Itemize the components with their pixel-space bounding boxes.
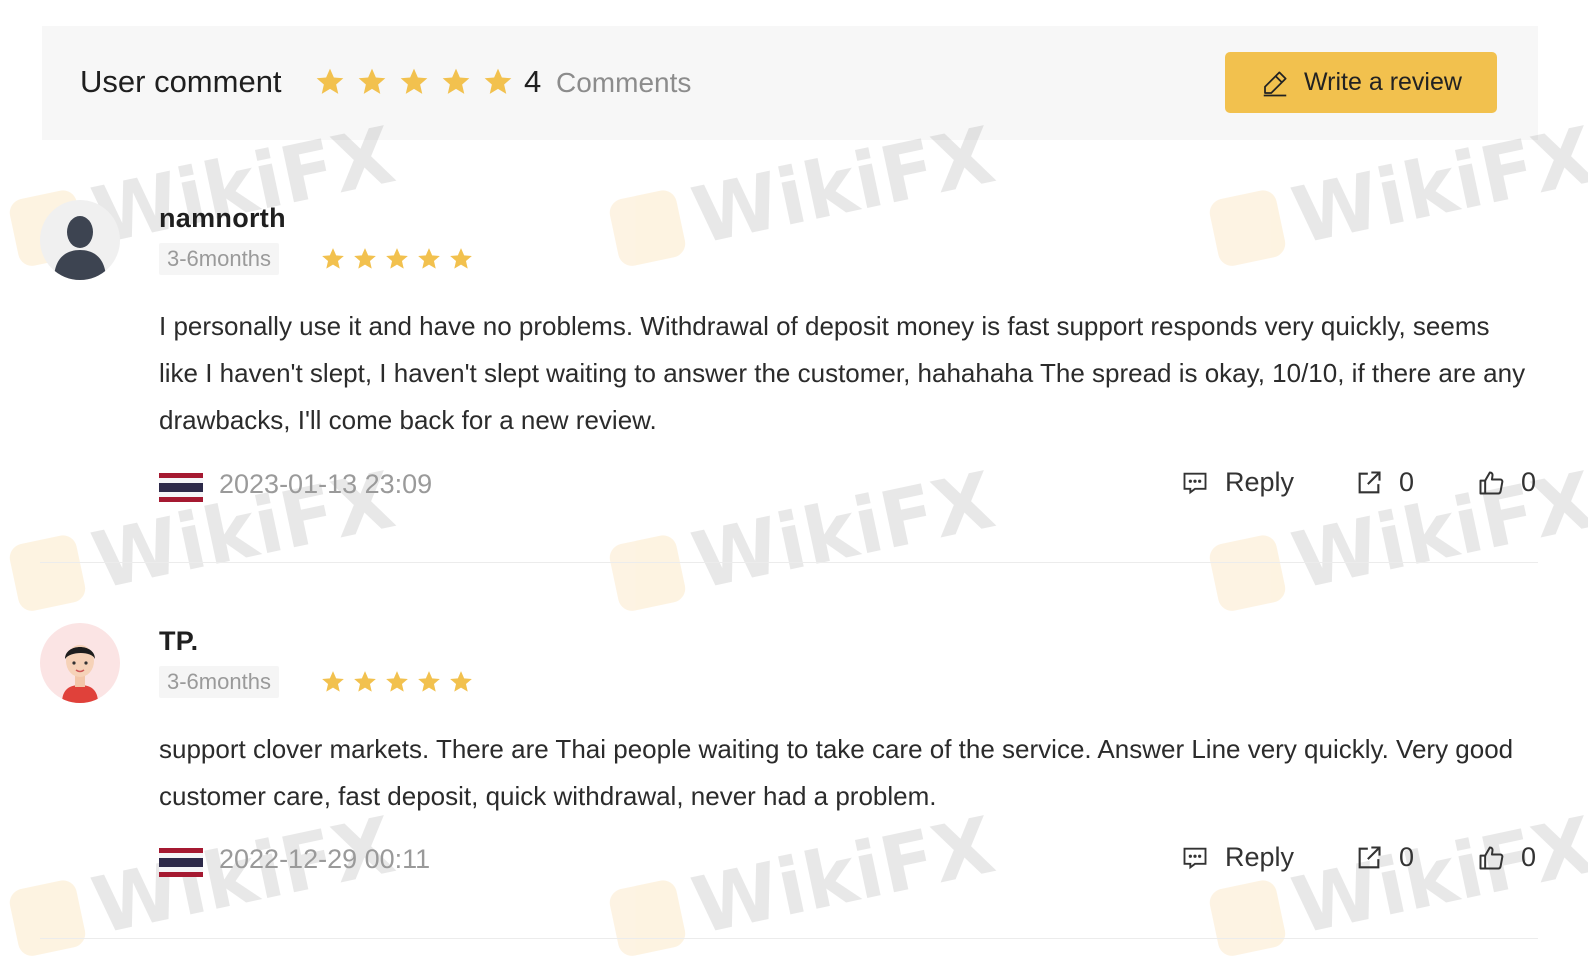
watermark: WikiFX <box>5 801 402 969</box>
share-icon <box>1358 470 1381 493</box>
watermark-logo-icon <box>1207 187 1288 269</box>
review-body: support clover markets. There are Thai p… <box>159 734 1514 811</box>
share-count: 0 <box>1399 467 1415 497</box>
user-silhouette-icon <box>54 216 106 280</box>
review-meta: 2023-01-13 23:09 Reply 0 0 <box>159 467 1539 507</box>
section-title: User comment <box>80 64 282 99</box>
star-icon <box>400 68 428 94</box>
share-button[interactable]: 0 <box>1355 467 1414 498</box>
avatar[interactable] <box>40 200 120 280</box>
reply-label: Reply <box>1225 842 1295 872</box>
divider <box>40 938 1538 939</box>
review-date: 2022-12-29 00:11 <box>219 844 431 874</box>
like-count: 0 <box>1521 467 1537 497</box>
watermark: WikiFX <box>605 801 1002 969</box>
thumbs-up-icon <box>1479 471 1504 494</box>
username[interactable]: namnorth <box>159 203 286 234</box>
watermark-logo-icon <box>1207 532 1288 614</box>
share-button[interactable]: 0 <box>1355 842 1414 873</box>
cartoon-person-icon <box>62 645 98 703</box>
star-icon <box>386 248 408 269</box>
watermark-logo-icon <box>7 877 88 959</box>
comment-icon <box>1183 847 1207 869</box>
reply-label: Reply <box>1225 467 1295 497</box>
star-icon <box>322 248 344 269</box>
review-rating-stars <box>320 246 474 272</box>
star-icon <box>354 671 376 692</box>
tenure-badge: 3-6months <box>159 243 279 275</box>
star-icon <box>418 248 440 269</box>
write-review-label: Write a review <box>1304 68 1462 96</box>
star-icon <box>450 248 472 269</box>
star-icon <box>484 68 512 94</box>
watermark-logo-icon <box>1207 877 1288 959</box>
review-meta: 2022-12-29 00:11 Reply 0 0 <box>159 842 1539 882</box>
star-icon <box>316 68 344 94</box>
review-date: 2023-01-13 23:09 <box>219 469 433 499</box>
thumbs-up-icon <box>1479 846 1504 869</box>
reply-button[interactable]: Reply <box>1181 467 1294 498</box>
tenure-badge: 3-6months <box>159 666 279 698</box>
star-icon <box>442 68 470 94</box>
watermark-logo-icon <box>7 532 88 614</box>
watermark-logo-icon <box>607 532 688 614</box>
star-icon <box>322 671 344 692</box>
like-button[interactable]: 0 <box>1477 842 1536 873</box>
write-review-button[interactable]: Write a review <box>1225 52 1497 113</box>
comment-count: 4 <box>524 64 542 99</box>
watermark-logo-icon <box>607 877 688 959</box>
star-icon <box>354 248 376 269</box>
thailand-flag-icon <box>159 473 203 502</box>
avatar[interactable] <box>40 623 120 703</box>
star-icon <box>418 671 440 692</box>
like-count: 0 <box>1521 842 1537 872</box>
like-button[interactable]: 0 <box>1477 467 1536 498</box>
comment-icon <box>1183 472 1207 494</box>
reply-button[interactable]: Reply <box>1181 842 1294 873</box>
watermark: WikiFX <box>1205 801 1588 969</box>
watermark-logo-icon <box>607 187 688 269</box>
star-icon <box>358 68 386 94</box>
divider <box>40 562 1538 563</box>
pen-icon <box>1263 71 1287 96</box>
username[interactable]: TP. <box>159 626 198 657</box>
review-body: I personally use it and have no problems… <box>159 311 1526 435</box>
star-icon <box>450 671 472 692</box>
comment-count-label: Comments <box>556 67 692 98</box>
thailand-flag-icon <box>159 848 203 877</box>
share-icon <box>1358 845 1381 868</box>
overall-rating-stars <box>314 66 514 98</box>
share-count: 0 <box>1399 842 1415 872</box>
review-rating-stars <box>320 669 474 695</box>
star-icon <box>386 671 408 692</box>
comments-header: User comment 4 Comments Write a review <box>42 26 1538 140</box>
